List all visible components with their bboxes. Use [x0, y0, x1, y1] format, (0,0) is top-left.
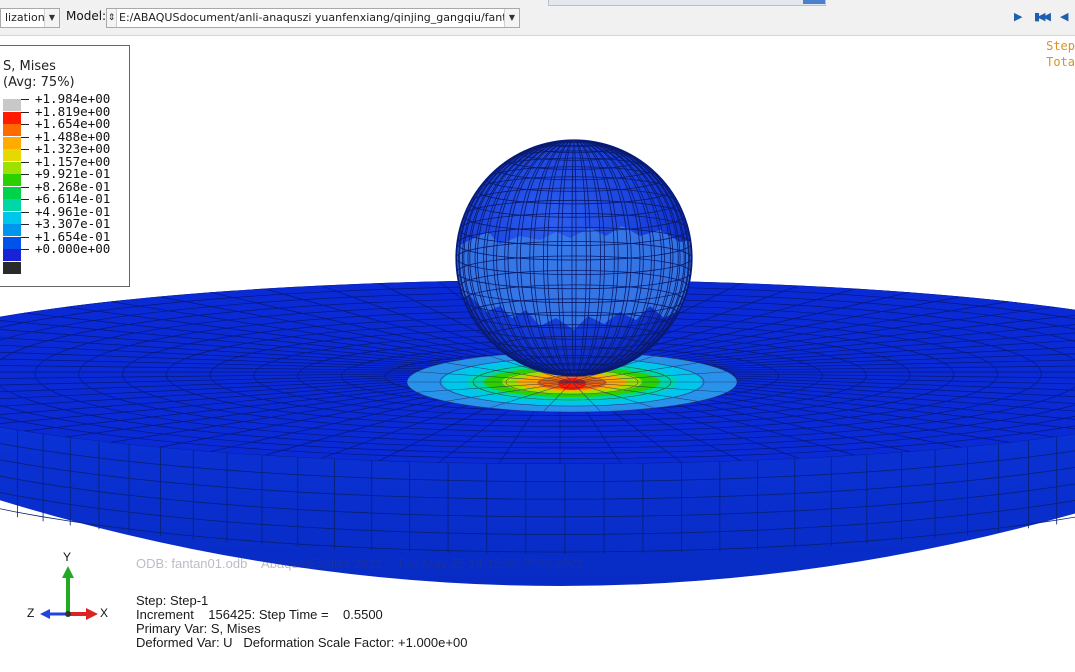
increment-info: Increment 156425: Step Time = 0.5500	[136, 607, 383, 622]
scroll-button[interactable]	[803, 0, 825, 4]
toolbar: lization ▼ Model: ⇕ E:/ABAQUSdocument/an…	[0, 0, 1075, 36]
legend-color-swatch	[3, 249, 21, 261]
legend-tick	[21, 186, 29, 188]
module-select-value: lization	[5, 11, 45, 24]
model-label: Model:	[66, 9, 107, 23]
chevron-down-icon[interactable]: ▼	[504, 9, 519, 27]
step-info: Step: Step-1	[136, 593, 209, 608]
first-frame-icon[interactable]: ▮◀◀	[1034, 11, 1051, 23]
legend-color-swatch	[3, 211, 21, 224]
legend-tick	[21, 124, 29, 125]
legend-title: S, Mises	[3, 59, 56, 74]
legend-color-swatch	[3, 161, 21, 174]
module-select[interactable]: lization ▼	[0, 8, 60, 28]
axis-triad: Y X Z	[24, 550, 114, 630]
legend-tick	[21, 224, 29, 225]
axis-x-label: X	[100, 606, 109, 620]
legend-tick	[21, 199, 29, 200]
legend-tick	[21, 236, 29, 238]
chevron-down-icon[interactable]: ▼	[44, 9, 59, 27]
deformed-var-info: Deformed Var: U Deformation Scale Factor…	[136, 635, 468, 650]
legend-color-swatch	[3, 149, 21, 161]
odb-info-line: ODB: fantan01.odb Abaqus/Explicit 2021 T…	[136, 556, 585, 571]
legend-tick	[21, 249, 29, 250]
legend-color-swatch	[3, 124, 21, 136]
axis-y-label: Y	[63, 550, 72, 564]
step-corner-label: Step	[1046, 39, 1075, 53]
model-path: E:/ABAQUSdocument/anli-anaquszi yuanfenx…	[119, 11, 520, 24]
primary-var-info: Primary Var: S, Mises	[136, 621, 261, 636]
legend-color-swatch	[3, 136, 21, 149]
legend-below-min-swatch	[3, 261, 21, 274]
legend-tick	[21, 111, 29, 113]
legend-color-swatch	[3, 111, 21, 124]
legend-tick	[21, 136, 29, 138]
legend-color-swatch	[3, 99, 21, 111]
model-scene	[0, 139, 1075, 586]
play-icon[interactable]: ▶	[1014, 11, 1022, 23]
legend-color-swatch	[3, 224, 21, 236]
legend-color-swatch	[3, 186, 21, 199]
total-corner-label: Tota	[1046, 55, 1075, 69]
legend-color-swatch	[3, 199, 21, 211]
legend-value: +0.000e+00	[35, 241, 111, 256]
legend-tick	[21, 99, 29, 100]
top-scroll-strip[interactable]	[548, 0, 826, 6]
legend-tick	[21, 211, 29, 213]
contour-legend[interactable]: S, Mises (Avg: 75%) +1.984e+00 +1.819e+00…	[0, 45, 130, 287]
legend-color-swatch	[3, 236, 21, 249]
legend-tick	[21, 161, 29, 163]
legend-subtitle: (Avg: 75%)	[3, 75, 75, 90]
axis-z-label: Z	[27, 606, 35, 620]
stepper-icon[interactable]: ⇕	[107, 9, 117, 27]
previous-frame-icon[interactable]: ◀	[1060, 11, 1068, 23]
legend-tick	[21, 174, 29, 175]
model-select[interactable]: ⇕ E:/ABAQUSdocument/anli-anaquszi yuanfe…	[106, 8, 520, 28]
legend-tick	[21, 149, 29, 150]
legend-color-swatch	[3, 174, 21, 186]
viewport[interactable]: S, Mises (Avg: 75%) +1.984e+00 +1.819e+00…	[0, 36, 1075, 668]
